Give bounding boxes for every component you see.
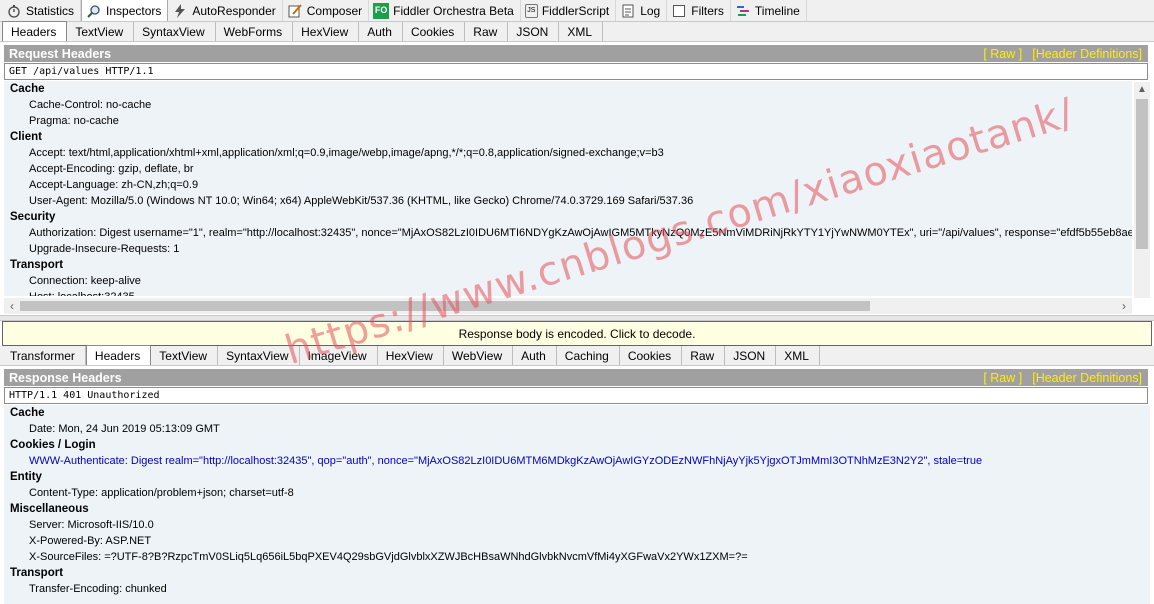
request-tab-headers[interactable]: Headers bbox=[2, 21, 68, 41]
response-tab-webview[interactable]: WebView bbox=[444, 346, 514, 365]
header-category[interactable]: Transport bbox=[4, 257, 1132, 273]
response-headers-title-bar: Response Headers [ Raw ] [Header Definit… bbox=[4, 369, 1148, 386]
request-tab-raw[interactable]: Raw bbox=[465, 22, 509, 41]
header-entry[interactable]: Pragma: no-cache bbox=[4, 113, 1132, 129]
header-entry[interactable]: Authorization: Digest username="1", real… bbox=[4, 225, 1132, 241]
tab-fiddler-orchestra[interactable]: FO Fiddler Orchestra Beta bbox=[369, 0, 521, 21]
scroll-right-icon[interactable]: › bbox=[1116, 298, 1132, 314]
fiddler-orchestra-icon: FO bbox=[373, 2, 390, 19]
response-header-definitions-link[interactable]: [Header Definitions] bbox=[1032, 371, 1142, 385]
header-entry[interactable]: WWW-Authenticate: Digest realm="http://l… bbox=[4, 453, 1150, 469]
decode-notice-bar[interactable]: Response body is encoded. Click to decod… bbox=[2, 321, 1152, 346]
tab-log[interactable]: Log bbox=[616, 0, 668, 21]
header-entry[interactable]: X-SourceFiles: =?UTF-8?B?RzpcTmV0SLiq5Lq… bbox=[4, 549, 1150, 565]
request-tab-hexview[interactable]: HexView bbox=[293, 22, 360, 41]
request-tab-json[interactable]: JSON bbox=[508, 22, 560, 41]
scroll-left-icon[interactable]: ‹ bbox=[4, 298, 20, 314]
tab-fiddlerscript[interactable]: JS FiddlerScript bbox=[521, 0, 617, 21]
header-entry[interactable]: Accept-Language: zh-CN,zh;q=0.9 bbox=[4, 177, 1132, 193]
main-tab-bar: Statistics Inspectors AutoResponder Comp… bbox=[0, 0, 1154, 22]
header-entry[interactable]: Accept: text/html,application/xhtml+xml,… bbox=[4, 145, 1132, 161]
request-hscroll-thumb[interactable] bbox=[20, 301, 870, 311]
response-headers-title: Response Headers bbox=[9, 370, 122, 385]
magnifier-icon bbox=[86, 3, 102, 19]
request-vscroll-thumb[interactable] bbox=[1136, 99, 1148, 249]
tab-inspectors-label: Inspectors bbox=[106, 3, 162, 18]
response-tab-hexview[interactable]: HexView bbox=[378, 346, 444, 365]
header-entry[interactable]: X-Powered-By: ASP.NET bbox=[4, 533, 1150, 549]
lightning-icon bbox=[172, 3, 188, 19]
response-tab-transformer[interactable]: Transformer bbox=[2, 346, 86, 365]
request-vertical-scrollbar[interactable]: ▲ bbox=[1134, 82, 1150, 298]
tab-composer-label: Composer bbox=[306, 3, 363, 18]
tab-fiddler-orchestra-label: Fiddler Orchestra Beta bbox=[393, 3, 514, 18]
header-category[interactable]: Cache bbox=[4, 405, 1150, 421]
request-tab-cookies[interactable]: Cookies bbox=[403, 22, 466, 41]
request-tab-bar: Headers TextView SyntaxView WebForms Hex… bbox=[0, 21, 1154, 42]
header-category[interactable]: Security bbox=[4, 209, 1132, 225]
timeline-icon bbox=[735, 3, 751, 19]
checkbox-icon bbox=[671, 3, 687, 19]
request-tab-textview[interactable]: TextView bbox=[67, 22, 135, 41]
tab-timeline[interactable]: Timeline bbox=[731, 0, 807, 21]
header-entry[interactable]: Date: Mon, 24 Jun 2019 05:13:09 GMT bbox=[4, 421, 1150, 437]
tab-statistics-label: Statistics bbox=[26, 3, 75, 18]
header-category[interactable]: Miscellaneous bbox=[4, 501, 1150, 517]
status-line[interactable]: HTTP/1.1 401 Unauthorized bbox=[4, 387, 1148, 404]
response-tab-textview[interactable]: TextView bbox=[151, 346, 219, 365]
response-raw-link[interactable]: [ Raw ] bbox=[983, 371, 1022, 385]
tab-filters[interactable]: Filters bbox=[667, 0, 731, 21]
request-horizontal-scrollbar[interactable]: ‹ › bbox=[4, 298, 1132, 314]
script-file-icon: JS bbox=[524, 3, 538, 18]
request-line[interactable]: GET /api/values HTTP/1.1 bbox=[4, 63, 1148, 80]
request-headers-tree[interactable]: Cache Cache-Control: no-cache Pragma: no-c… bbox=[4, 81, 1132, 296]
tab-composer[interactable]: Composer bbox=[283, 0, 370, 21]
scroll-up-icon[interactable]: ▲ bbox=[1134, 82, 1150, 98]
header-entry[interactable]: Server: Microsoft-IIS/10.0 bbox=[4, 517, 1150, 533]
response-tab-auth[interactable]: Auth bbox=[513, 346, 557, 365]
response-tab-bar: Transformer Headers TextView SyntaxView … bbox=[0, 345, 1154, 366]
header-category[interactable]: Cookies / Login bbox=[4, 437, 1150, 453]
header-entry[interactable]: Host: localhost:32435 bbox=[4, 289, 1132, 296]
header-entry[interactable]: Accept-Encoding: gzip, deflate, br bbox=[4, 161, 1132, 177]
header-category[interactable]: Transport bbox=[4, 565, 1150, 581]
tab-statistics[interactable]: Statistics bbox=[2, 0, 82, 21]
log-document-icon bbox=[620, 3, 636, 19]
response-tab-headers[interactable]: Headers bbox=[85, 345, 152, 365]
request-headers-title-bar: Request Headers [ Raw ] [Header Definiti… bbox=[4, 45, 1148, 62]
tab-inspectors[interactable]: Inspectors bbox=[81, 0, 169, 21]
request-tab-auth[interactable]: Auth bbox=[359, 22, 403, 41]
request-headers-title: Request Headers bbox=[9, 46, 112, 61]
tab-fiddlerscript-label: FiddlerScript bbox=[541, 3, 610, 18]
response-tab-xml[interactable]: XML bbox=[776, 346, 820, 365]
request-header-definitions-link[interactable]: [Header Definitions] bbox=[1032, 47, 1142, 61]
tab-filters-label: Filters bbox=[691, 3, 724, 18]
request-tab-webforms[interactable]: WebForms bbox=[216, 22, 294, 41]
pencil-icon bbox=[287, 3, 303, 19]
header-category[interactable]: Entity bbox=[4, 469, 1150, 485]
response-tab-imageview[interactable]: ImageView bbox=[300, 346, 378, 365]
header-category[interactable]: Client bbox=[4, 129, 1132, 145]
request-raw-link[interactable]: [ Raw ] bbox=[983, 47, 1022, 61]
response-headers-tree[interactable]: Cache Date: Mon, 24 Jun 2019 05:13:09 GMT… bbox=[4, 405, 1150, 604]
header-entry[interactable]: Cache-Control: no-cache bbox=[4, 97, 1132, 113]
response-tab-raw[interactable]: Raw bbox=[682, 346, 726, 365]
header-entry[interactable]: Content-Type: application/problem+json; … bbox=[4, 485, 1150, 501]
request-tab-syntaxview[interactable]: SyntaxView bbox=[134, 22, 216, 41]
response-tab-caching[interactable]: Caching bbox=[557, 346, 620, 365]
header-entry[interactable]: Transfer-Encoding: chunked bbox=[4, 581, 1150, 597]
tab-autoresponder[interactable]: AutoResponder bbox=[168, 0, 283, 21]
request-tab-xml[interactable]: XML bbox=[559, 22, 604, 41]
tab-timeline-label: Timeline bbox=[754, 3, 800, 18]
header-entry[interactable]: User-Agent: Mozilla/5.0 (Windows NT 10.0… bbox=[4, 193, 1132, 209]
tab-autoresponder-label: AutoResponder bbox=[192, 3, 276, 18]
stopwatch-icon bbox=[6, 3, 22, 19]
response-tab-syntaxview[interactable]: SyntaxView bbox=[218, 346, 300, 365]
response-tab-json[interactable]: JSON bbox=[725, 346, 777, 365]
header-entry[interactable]: Connection: keep-alive bbox=[4, 273, 1132, 289]
response-tab-cookies[interactable]: Cookies bbox=[620, 346, 683, 365]
header-category[interactable]: Cache bbox=[4, 81, 1132, 97]
header-entry[interactable]: Upgrade-Insecure-Requests: 1 bbox=[4, 241, 1132, 257]
tab-log-label: Log bbox=[640, 3, 661, 18]
